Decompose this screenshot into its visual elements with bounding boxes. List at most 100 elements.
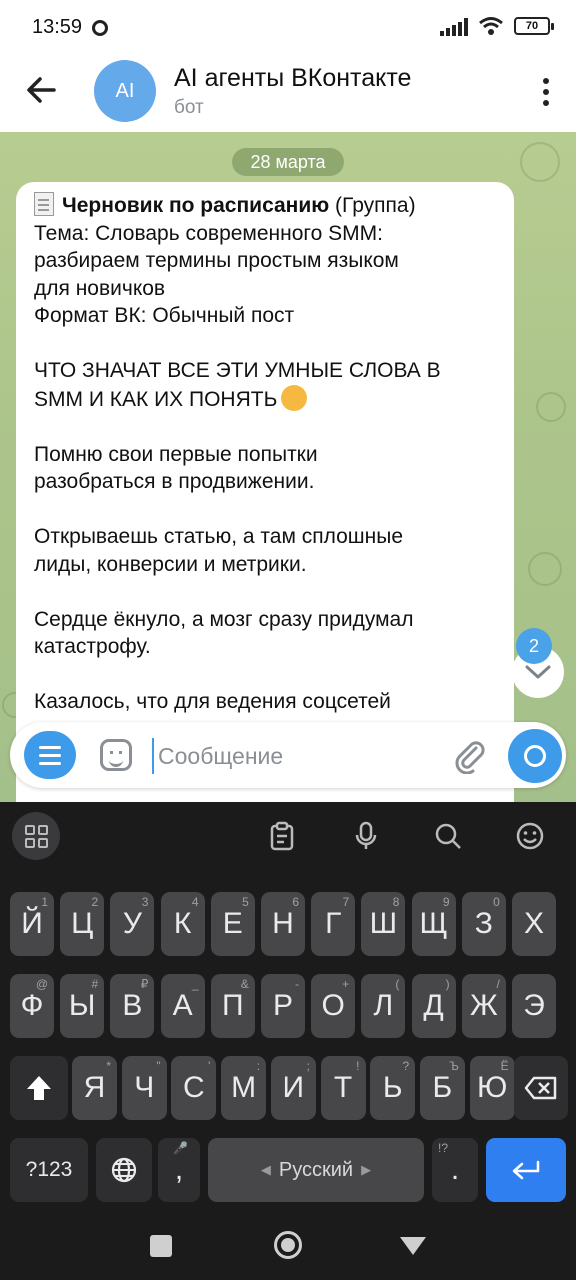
- key-label: Ж: [469, 989, 498, 1022]
- space-key[interactable]: ◀ Русский ▶: [208, 1138, 424, 1202]
- signal-icon: [440, 16, 468, 36]
- key-label: П: [222, 989, 244, 1022]
- key-4[interactable]: А _: [160, 974, 205, 1038]
- message-input[interactable]: [152, 738, 432, 774]
- paperclip-icon[interactable]: [450, 736, 488, 774]
- key-7[interactable]: О +: [311, 974, 356, 1038]
- key-9[interactable]: Щ9: [411, 892, 456, 956]
- keyboard-toolbar: [0, 802, 576, 870]
- chat-subtitle: бот: [174, 97, 204, 118]
- key-label: Н: [272, 907, 294, 940]
- key-label: Х: [523, 907, 544, 940]
- date-separator: 28 марта: [232, 148, 344, 176]
- shift-key[interactable]: [10, 1056, 68, 1120]
- key-3[interactable]: У3: [110, 892, 155, 956]
- avatar[interactable]: AI: [94, 60, 156, 122]
- status-bar: 13:59 70: [0, 0, 576, 56]
- key-9[interactable]: Д): [411, 974, 456, 1038]
- key-label: А: [172, 989, 193, 1022]
- key-8[interactable]: Л(: [361, 974, 406, 1038]
- sticker-icon[interactable]: [100, 739, 132, 771]
- key-label: Я: [83, 1071, 106, 1104]
- space-label: Русский: [278, 1158, 354, 1181]
- key-hint: +: [342, 977, 350, 991]
- backspace-key[interactable]: [514, 1056, 568, 1120]
- key-label: Й: [21, 907, 43, 940]
- key-hint: ₽: [140, 977, 149, 991]
- key-7[interactable]: Г7: [311, 892, 356, 956]
- enter-key[interactable]: [486, 1138, 566, 1202]
- message-title-suffix: (Группа): [329, 194, 416, 217]
- bot-menu-button[interactable]: [24, 731, 76, 779]
- clipboard-icon[interactable]: [264, 818, 300, 854]
- key-1[interactable]: Ф @: [10, 974, 54, 1038]
- key-10[interactable]: Ж /: [461, 974, 506, 1038]
- more-options-icon[interactable]: [542, 78, 550, 106]
- emoji-icon[interactable]: [512, 818, 548, 854]
- message-line: разбираем термины простым языком: [34, 249, 399, 272]
- apps-grid-icon[interactable]: [12, 812, 60, 860]
- message-line: Открываешь статью, а там сплошные: [34, 525, 403, 548]
- key-label: Р: [272, 989, 293, 1022]
- chevron-down-icon: [525, 665, 551, 679]
- key-10[interactable]: З0: [461, 892, 506, 956]
- period-hint: !?: [438, 1141, 449, 1155]
- key-hint: 7: [342, 895, 350, 909]
- back-arrow-icon[interactable]: [22, 70, 62, 110]
- key-hint: 3: [141, 895, 149, 909]
- search-icon[interactable]: [430, 818, 466, 854]
- key-label: О: [321, 989, 345, 1022]
- key-6[interactable]: Т!: [320, 1056, 366, 1120]
- key-label: М: [231, 1071, 257, 1104]
- message-line: Казалось, что для ведения соцсетей: [34, 690, 391, 713]
- back-icon[interactable]: [400, 1237, 426, 1255]
- key-8[interactable]: Ш8: [361, 892, 406, 956]
- key-label: Ч: [134, 1071, 155, 1104]
- camera-button[interactable]: [508, 729, 562, 783]
- key-hint: #: [91, 977, 99, 991]
- key-6[interactable]: Н6: [261, 892, 305, 956]
- message-bubble[interactable]: Черновик по расписанию (Группа) Тема: Сл…: [16, 182, 514, 802]
- key-4[interactable]: К4: [160, 892, 205, 956]
- microphone-icon[interactable]: [348, 818, 384, 854]
- key-hint: (: [395, 977, 400, 991]
- key-5[interactable]: И;: [270, 1056, 316, 1120]
- key-label: К: [173, 907, 192, 940]
- key-hint: 1: [41, 895, 48, 909]
- message-heading-line: SMM И КАК ИХ ПОНЯТЬ: [34, 384, 496, 414]
- home-icon[interactable]: [274, 1231, 302, 1259]
- key-label: С: [183, 1071, 205, 1104]
- key-label: Ц: [71, 907, 94, 940]
- chat-area[interactable]: 28 марта Черновик по расписанию (Группа)…: [0, 132, 576, 802]
- key-label: И: [282, 1071, 305, 1104]
- key-8[interactable]: БЪ: [419, 1056, 465, 1120]
- key-1[interactable]: Я *: [72, 1056, 117, 1120]
- key-hint: 6: [292, 895, 299, 909]
- period-key[interactable]: . !?: [432, 1138, 478, 1202]
- key-hint: 0: [493, 895, 500, 909]
- key-7[interactable]: Ь?: [370, 1056, 416, 1120]
- comma-key[interactable]: , 🎤: [158, 1138, 200, 1202]
- key-2[interactable]: Ы #: [60, 974, 105, 1038]
- key-1[interactable]: Й1: [10, 892, 54, 956]
- key-2[interactable]: Ц2: [60, 892, 105, 956]
- battery-icon: 70: [514, 17, 554, 35]
- key-label: Б: [432, 1071, 453, 1104]
- key-4[interactable]: М:: [221, 1056, 267, 1120]
- key-3[interactable]: В ₽: [110, 974, 155, 1038]
- key-label: Ь: [382, 1071, 403, 1104]
- key-11[interactable]: Э: [512, 974, 556, 1038]
- key-3[interactable]: С ': [171, 1056, 217, 1120]
- key-9[interactable]: ЮЁ: [469, 1056, 515, 1120]
- key-6[interactable]: Р-: [261, 974, 305, 1038]
- key-11[interactable]: Х: [512, 892, 556, 956]
- key-5[interactable]: Е5: [210, 892, 255, 956]
- recents-icon[interactable]: [150, 1235, 172, 1257]
- language-key[interactable]: [96, 1138, 152, 1202]
- message-title-line: Черновик по расписанию (Группа): [34, 192, 496, 220]
- key-5[interactable]: П &: [210, 974, 255, 1038]
- key-2[interactable]: Ч ": [121, 1056, 167, 1120]
- chat-title[interactable]: AI агенты ВКонтакте: [174, 64, 411, 93]
- message-line: ЧТО ЗНАЧАТ ВСЕ ЭТИ УМНЫЕ СЛОВА В: [34, 359, 441, 382]
- symbols-key[interactable]: ?123: [10, 1138, 88, 1202]
